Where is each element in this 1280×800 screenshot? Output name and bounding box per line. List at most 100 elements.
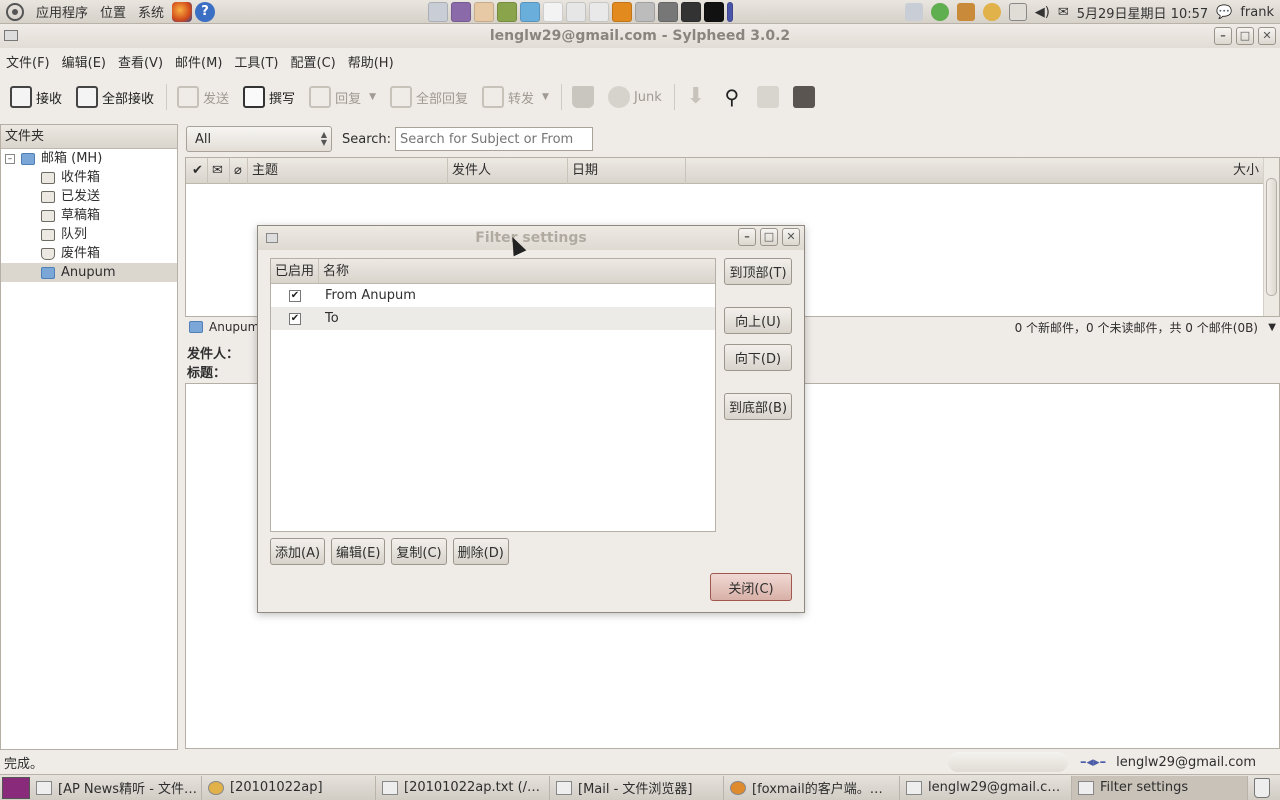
mail-notify-icon[interactable] — [904, 3, 923, 21]
puzzle-icon[interactable] — [520, 1, 540, 22]
reply-button[interactable]: 回复 ▼ — [309, 86, 376, 108]
receive-all-button[interactable]: 全部接收 — [76, 86, 154, 108]
task-file-browser[interactable]: [Mail - 文件浏览器] — [550, 775, 724, 800]
update-icon[interactable] — [956, 3, 975, 21]
user-name[interactable]: frank — [1240, 5, 1274, 20]
column-subject[interactable]: 主题 — [248, 157, 448, 184]
mplayer-icon[interactable] — [589, 1, 609, 22]
dialog-maximize-button[interactable]: □ — [760, 228, 778, 246]
ubuntu-logo-icon[interactable] — [6, 2, 24, 21]
dialog-minimize-button[interactable]: – — [738, 228, 756, 246]
send-button[interactable]: 发送 — [177, 86, 229, 108]
folder-item-queue[interactable]: 队列 — [1, 225, 177, 244]
reply-all-button[interactable]: 全部回复 — [390, 86, 468, 108]
menu-help[interactable]: 帮助(H) — [348, 52, 394, 71]
forward-button[interactable]: 转发 ▼ — [482, 86, 549, 108]
dialog-menu-icon[interactable] — [266, 233, 278, 243]
volume-icon[interactable]: ◀) — [1035, 5, 1050, 20]
print-button[interactable] — [756, 86, 779, 108]
folder-item-drafts[interactable]: 草稿箱 — [1, 206, 177, 225]
menu-edit[interactable]: 编辑(E) — [62, 52, 106, 71]
next-unread-button[interactable]: ⬇ — [685, 86, 707, 108]
places-menu[interactable]: 位置 — [100, 2, 126, 21]
menu-configuration[interactable]: 配置(C) — [291, 52, 336, 71]
text-editor-icon[interactable] — [543, 1, 563, 22]
applications-menu[interactable]: 应用程序 — [36, 2, 88, 21]
folder-item-anupum[interactable]: Anupum — [1, 263, 177, 282]
terminal-icon[interactable] — [704, 1, 724, 22]
delete-button[interactable] — [571, 86, 594, 108]
rule-enabled-checkbox[interactable]: ✔ — [289, 289, 301, 302]
search-input[interactable] — [395, 127, 594, 151]
clock[interactable]: 5月29日星期日 10:57 — [1077, 3, 1208, 22]
edit-filter-button[interactable]: 编辑(E) — [331, 538, 386, 565]
minimize-button[interactable]: – — [1214, 27, 1232, 45]
account-name[interactable]: lenglw29@gmail.com — [1116, 755, 1256, 770]
envelope-icon[interactable]: ✉ — [1058, 5, 1069, 20]
junk-button[interactable]: Junk — [607, 86, 662, 108]
mark-column-check-icon[interactable]: ✔ — [186, 157, 208, 184]
calculator-icon[interactable] — [635, 1, 655, 22]
attachment-column-clip-icon[interactable]: ⌀ — [230, 157, 248, 184]
rule-enabled-checkbox[interactable]: ✔ — [289, 312, 301, 325]
folder-item-inbox[interactable]: 收件箱 — [1, 168, 177, 187]
scrollbar-thumb[interactable] — [1266, 178, 1277, 296]
firefox-icon[interactable] — [172, 1, 193, 22]
task-text-editor[interactable]: [20101022ap.txt (/… — [376, 775, 550, 800]
move-down-button[interactable]: 向下(D) — [724, 344, 792, 371]
task-sylpheed[interactable]: lenglw29@gmail.c… — [900, 775, 1072, 800]
folder-header[interactable]: 文件夹 — [1, 125, 177, 149]
copy-filter-button[interactable]: 复制(C) — [391, 538, 447, 565]
status-dropdown-icon[interactable]: ▼ — [1268, 322, 1276, 333]
menu-message[interactable]: 邮件(M) — [175, 52, 222, 71]
column-enabled[interactable]: 已启用 — [271, 259, 319, 283]
stop-button[interactable] — [792, 86, 815, 108]
close-button[interactable]: ✕ — [1258, 27, 1276, 45]
menu-file[interactable]: 文件(F) — [6, 52, 50, 71]
reply-dropdown-icon[interactable]: ▼ — [369, 92, 376, 102]
activity-monitor-icon[interactable] — [681, 1, 701, 22]
system-monitor-icon[interactable] — [658, 1, 678, 22]
system-menu[interactable]: 系统 — [138, 2, 164, 21]
network-icon[interactable] — [566, 1, 586, 22]
forward-dropdown-icon[interactable]: ▼ — [542, 92, 549, 102]
keyboard-icon[interactable] — [1008, 3, 1027, 21]
column-name[interactable]: 名称 — [319, 259, 715, 283]
dialog-close-icon-button[interactable]: ✕ — [782, 228, 800, 246]
headphones-icon[interactable] — [612, 1, 632, 22]
filter-rule-row[interactable]: ✔ From Anupum — [271, 284, 715, 307]
folder-item-trash[interactable]: 废件箱 — [1, 244, 177, 263]
task-audio[interactable]: [20101022ap] — [202, 775, 376, 800]
message-list-scrollbar[interactable] — [1263, 158, 1279, 316]
maximize-button[interactable]: □ — [1236, 27, 1254, 45]
mail-app-icon[interactable] — [428, 1, 448, 22]
column-size[interactable]: 大小 — [686, 158, 1279, 184]
collapse-icon[interactable]: – — [5, 153, 15, 164]
folder-root[interactable]: – 邮箱 (MH) — [1, 149, 177, 168]
menu-tools[interactable]: 工具(T) — [234, 52, 278, 71]
filter-type-select[interactable]: All ▲ ▼ — [186, 126, 332, 152]
book-icon[interactable] — [497, 1, 517, 22]
column-date[interactable]: 日期 — [568, 157, 686, 184]
task-filter-settings[interactable]: Filter settings — [1072, 775, 1248, 800]
task-firefox[interactable]: [foxmail的客户端。… — [724, 775, 900, 800]
filter-rule-row[interactable]: ✔ To — [271, 307, 715, 330]
network-status-icon[interactable] — [930, 3, 949, 21]
unread-column-envelope-icon[interactable]: ✉ — [208, 157, 230, 184]
help-icon[interactable]: ? — [195, 1, 216, 22]
column-from[interactable]: 发件人 — [448, 157, 568, 184]
move-bottom-button[interactable]: 到底部(B) — [724, 393, 792, 420]
move-top-button[interactable]: 到顶部(T) — [724, 258, 792, 285]
delete-filter-button[interactable]: 删除(D) — [452, 538, 509, 565]
close-dialog-button[interactable]: 关闭(C) — [710, 573, 792, 601]
chat-bubble-icon[interactable]: 💬 — [1216, 5, 1232, 20]
chat-icon[interactable] — [474, 1, 494, 22]
qq-icon[interactable] — [982, 3, 1001, 21]
compose-button[interactable]: 撰写 — [243, 86, 295, 108]
online-connector-icon[interactable]: –◂▸– — [1080, 755, 1106, 770]
menu-view[interactable]: 查看(V) — [118, 52, 163, 71]
folder-item-sent[interactable]: 已发送 — [1, 187, 177, 206]
window-menu-icon[interactable] — [4, 30, 18, 41]
show-desktop-icon[interactable] — [2, 776, 30, 799]
trash-applet-icon[interactable] — [1254, 777, 1270, 798]
